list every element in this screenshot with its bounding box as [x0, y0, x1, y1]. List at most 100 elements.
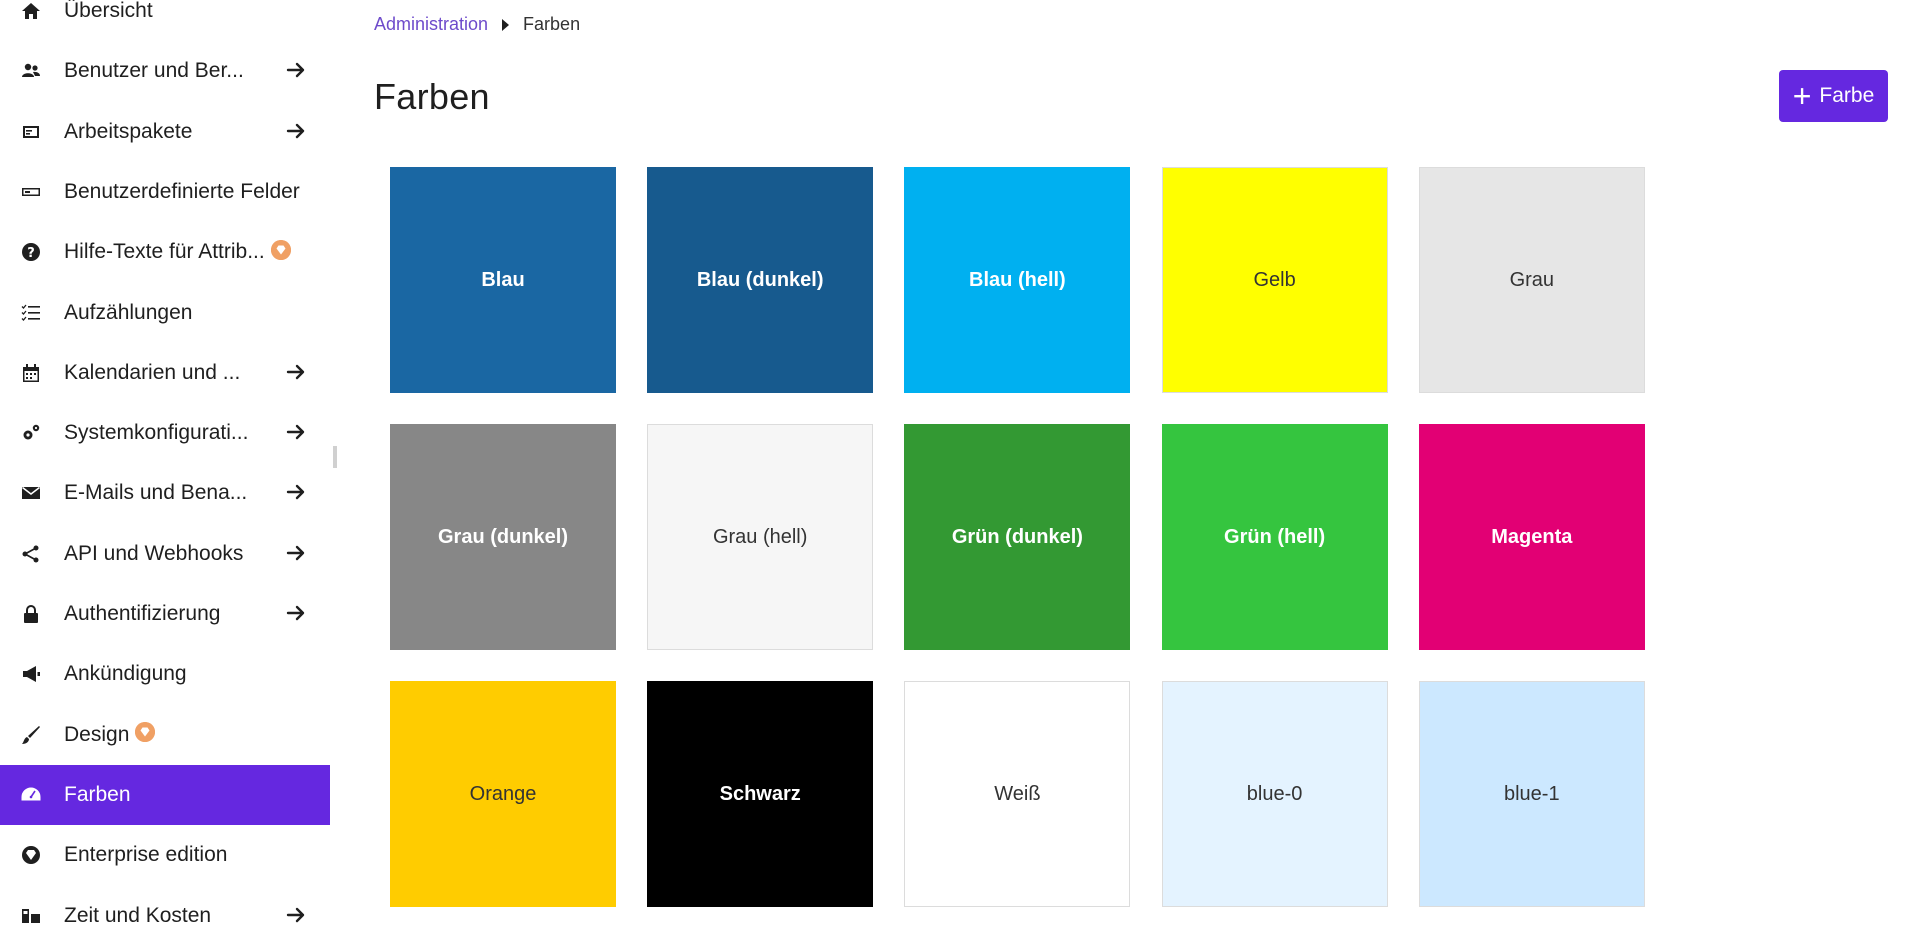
sidebar-item-hilfe-texte-für-attrib[interactable]: ? Hilfe-Texte für Attrib...: [0, 222, 330, 282]
admin-sidebar: Übersicht Benutzer und Ber... Arbeitspaket…: [0, 0, 330, 927]
sidebar-item-label: Benutzerdefinierte Felder: [64, 180, 300, 204]
color-tile-label: Blau (dunkel): [696, 268, 824, 291]
sidebar-item-text: Arbeitspakete: [64, 119, 193, 143]
add-color-button[interactable]: + Farbe: [1779, 70, 1888, 122]
sidebar-item-label: Ankündigung: [64, 662, 187, 686]
color-tile-label: Grün (hell): [1224, 525, 1326, 548]
color-tile[interactable]: Blau: [390, 167, 616, 393]
color-tile[interactable]: blue-0: [1161, 681, 1388, 907]
sidebar-item-label: Benutzer und Ber...: [64, 59, 244, 83]
color-tile-label: Blau (hell): [969, 268, 1066, 291]
sidebar-item-text: Kalendarien und ...: [64, 360, 241, 384]
sidebar-item-text: Benutzerdefinierte Felder: [64, 179, 300, 203]
enterprise-icon: [20, 844, 42, 866]
color-tile[interactable]: Grau (hell): [647, 424, 874, 650]
sidebar-item-text: Zeit und Kosten: [64, 903, 212, 927]
work-packages-icon: [20, 121, 42, 143]
color-tile-label: Gelb: [1253, 268, 1296, 291]
sidebar-item-label: Systemkonfigurati...: [64, 421, 248, 445]
color-tile[interactable]: Gelb: [1161, 167, 1388, 393]
sidebar-item-text: Systemkonfigurati...: [64, 421, 249, 445]
megaphone-icon: [20, 663, 42, 685]
sidebar-item-enterprise-edition[interactable]: Enterprise edition: [0, 825, 330, 885]
sidebar-item-benutzer-und-ber[interactable]: Benutzer und Ber...: [0, 41, 330, 101]
color-tile[interactable]: blue-1: [1418, 681, 1645, 907]
api-icon: [20, 543, 42, 565]
sidebar-item-authentifizierung[interactable]: Authentifizierung: [0, 584, 330, 644]
sidebar-item-übersicht[interactable]: Übersicht: [0, 0, 330, 41]
home-icon: [20, 0, 42, 22]
color-tile[interactable]: Orange: [390, 681, 616, 907]
color-tile[interactable]: Grün (dunkel): [904, 424, 1131, 650]
sidebar-item-label: Zeit und Kosten: [64, 904, 211, 928]
sidebar-item-api-und-webhooks[interactable]: API und Webhooks: [0, 524, 330, 584]
color-tile-label: blue-1: [1503, 782, 1560, 805]
arrow-right-icon[interactable]: [286, 422, 308, 444]
color-tile-label: Grau: [1509, 268, 1555, 291]
sidebar-item-text: Übersicht: [64, 0, 153, 22]
color-tile[interactable]: Blau (hell): [904, 167, 1131, 393]
arrow-right-icon[interactable]: [286, 543, 308, 565]
sidebar-item-kalendarien-und[interactable]: Kalendarien und ...: [0, 343, 330, 403]
sidebar-item-farben[interactable]: Farben: [0, 764, 330, 825]
custom-fields-icon: [20, 181, 42, 203]
sidebar-item-label: API und Webhooks: [64, 542, 243, 566]
sidebar-item-aufzählungen[interactable]: Aufzählungen: [0, 283, 330, 343]
breadcrumb-current: Farben: [523, 14, 581, 34]
dashboard-icon: [20, 784, 42, 806]
enterprise-badge-icon: [270, 239, 291, 260]
arrow-right-icon[interactable]: [286, 603, 308, 625]
sidebar-item-text: Benutzer und Ber...: [64, 59, 244, 83]
color-tile-label: Magenta: [1491, 525, 1573, 548]
arrow-right-icon[interactable]: [286, 482, 308, 504]
sidebar-item-label: Aufzählungen: [64, 301, 192, 325]
color-tile-label: Schwarz: [719, 782, 801, 805]
mail-icon: [20, 482, 42, 504]
color-tile[interactable]: Weiß: [904, 681, 1131, 907]
sidebar-item-label: Enterprise edition: [64, 843, 227, 867]
arrow-right-icon[interactable]: [286, 905, 308, 927]
page-title: Farben: [374, 76, 490, 117]
sidebar-item-arbeitspakete[interactable]: Arbeitspakete: [0, 102, 330, 162]
color-tile[interactable]: Blau (dunkel): [647, 167, 874, 393]
color-tile[interactable]: Grau: [1418, 167, 1645, 393]
sidebar-item-e-mails-und-bena[interactable]: E-Mails und Bena...: [0, 463, 330, 523]
enumerations-icon: [20, 302, 42, 324]
settings-icon: [20, 422, 42, 444]
users-icon: [20, 60, 42, 82]
sidebar-item-text: Hilfe-Texte für Attrib...: [64, 240, 265, 264]
arrow-right-icon[interactable]: [286, 121, 308, 143]
arrow-right-icon[interactable]: [286, 60, 308, 82]
color-tile[interactable]: Schwarz: [647, 681, 874, 907]
sidebar-item-text: E-Mails und Bena...: [64, 481, 248, 505]
color-tile-label: Blau: [481, 268, 525, 291]
color-tile-label: blue-0: [1246, 782, 1303, 805]
color-tile-label: Grau (hell): [712, 525, 808, 548]
sidebar-item-text: API und Webhooks: [64, 541, 244, 565]
sidebar-item-ankündigung[interactable]: Ankündigung: [0, 644, 330, 704]
color-tile-label: Grün (dunkel): [951, 525, 1083, 548]
color-tile[interactable]: Magenta: [1418, 424, 1645, 650]
sidebar-item-systemkonfigurati[interactable]: Systemkonfigurati...: [0, 403, 330, 463]
color-tile[interactable]: Grau (dunkel): [390, 424, 616, 650]
breadcrumb-administration-link[interactable]: Administration: [374, 14, 488, 35]
color-tile-label: Grau (dunkel): [437, 525, 568, 548]
sidebar-item-zeit-und-kosten[interactable]: Zeit und Kosten: [0, 886, 330, 946]
color-tile-label: Orange: [469, 782, 537, 805]
sidebar-item-text: Design: [64, 722, 130, 746]
sidebar-item-text: Enterprise edition: [64, 843, 228, 867]
color-tile[interactable]: Grün (hell): [1161, 424, 1388, 650]
color-tile-label: Weiß: [994, 782, 1041, 805]
sidebar-item-label: Kalendarien und ...: [64, 361, 240, 385]
sidebar-item-design[interactable]: Design: [0, 705, 330, 765]
arrow-right-icon[interactable]: [286, 362, 308, 384]
sidebar-item-benutzerdefinierte-felder[interactable]: Benutzerdefinierte Felder: [0, 162, 330, 222]
sidebar-item-label: Design: [64, 722, 156, 747]
sidebar-item-text: Farben: [64, 782, 131, 806]
sidebar-resize-handle[interactable]: [333, 446, 337, 468]
sidebar-item-text: Ankündigung: [64, 662, 187, 686]
sidebar-item-label: Arbeitspakete: [64, 120, 192, 144]
sidebar-item-label: Farben: [64, 783, 131, 807]
enterprise-badge-icon: [135, 722, 156, 743]
help-icon: ?: [20, 241, 42, 263]
